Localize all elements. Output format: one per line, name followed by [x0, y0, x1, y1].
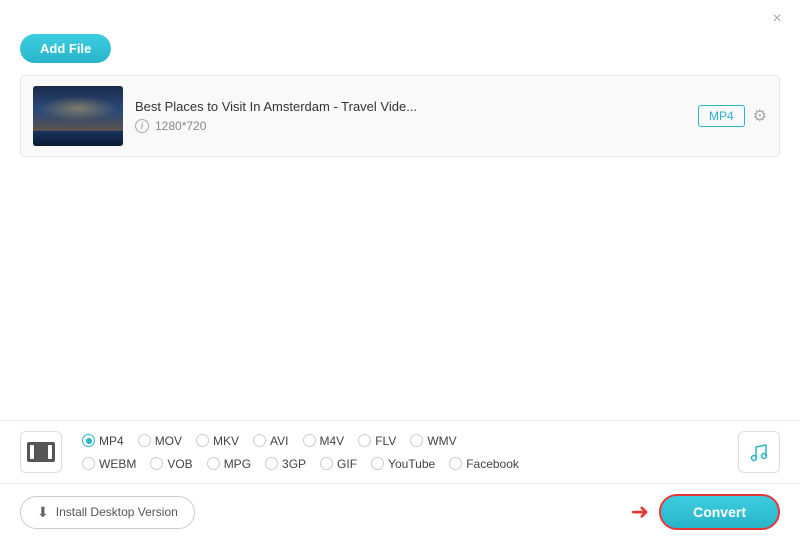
film-strip-icon: [27, 442, 55, 462]
format-label-flv: FLV: [375, 434, 396, 448]
format-label-gif: GIF: [337, 457, 357, 471]
format-option-mkv[interactable]: MKV: [192, 432, 243, 450]
install-desktop-button[interactable]: ⬇ Install Desktop Version: [20, 496, 195, 529]
settings-icon[interactable]: ⚙: [753, 106, 767, 126]
radio-mkv[interactable]: [196, 434, 209, 447]
radio-flv[interactable]: [358, 434, 371, 447]
radio-wmv[interactable]: [410, 434, 423, 447]
radio-mp4[interactable]: [82, 434, 95, 447]
content-area: [0, 157, 800, 357]
radio-3gp[interactable]: [265, 457, 278, 470]
format-label-webm: WEBM: [99, 457, 136, 471]
radio-facebook[interactable]: [449, 457, 462, 470]
format-option-gif[interactable]: GIF: [316, 455, 361, 473]
format-label-vob: VOB: [167, 457, 192, 471]
radio-gif[interactable]: [320, 457, 333, 470]
file-list: Best Places to Visit In Amsterdam - Trav…: [20, 75, 780, 157]
file-resolution: 1280*720: [155, 119, 206, 133]
format-option-youtube[interactable]: YouTube: [367, 455, 439, 473]
video-format-icon[interactable]: [20, 431, 62, 473]
format-label-m4v: M4V: [320, 434, 345, 448]
file-info: Best Places to Visit In Amsterdam - Trav…: [135, 99, 686, 133]
format-label-wmv: WMV: [427, 434, 456, 448]
format-row-1: MP4 MOV MKV AVI M4V: [78, 432, 728, 450]
format-option-avi[interactable]: AVI: [249, 432, 292, 450]
file-actions: MP4 ⚙: [698, 105, 767, 127]
format-option-vob[interactable]: VOB: [146, 455, 196, 473]
format-label-mp4: MP4: [99, 434, 124, 448]
action-bar: ⬇ Install Desktop Version ➜ Convert: [0, 484, 800, 540]
format-option-mov[interactable]: MOV: [134, 432, 186, 450]
file-title: Best Places to Visit In Amsterdam - Trav…: [135, 99, 686, 114]
add-file-button[interactable]: Add File: [20, 34, 111, 63]
close-button[interactable]: ×: [768, 10, 786, 28]
radio-youtube[interactable]: [371, 457, 384, 470]
file-thumbnail: [33, 86, 123, 146]
format-option-flv[interactable]: FLV: [354, 432, 400, 450]
file-meta: i 1280*720: [135, 119, 686, 133]
radio-mov[interactable]: [138, 434, 151, 447]
format-option-webm[interactable]: WEBM: [78, 455, 140, 473]
format-option-3gp[interactable]: 3GP: [261, 455, 310, 473]
radio-avi[interactable]: [253, 434, 266, 447]
format-option-mp4[interactable]: MP4: [78, 432, 128, 450]
format-label-3gp: 3GP: [282, 457, 306, 471]
arrow-icon: ➜: [631, 499, 649, 525]
radio-vob[interactable]: [150, 457, 163, 470]
format-option-m4v[interactable]: M4V: [299, 432, 349, 450]
format-option-wmv[interactable]: WMV: [406, 432, 460, 450]
format-selector: MP4 MOV MKV AVI M4V: [0, 421, 800, 484]
convert-section: ➜ Convert: [631, 494, 780, 530]
info-icon: i: [135, 119, 149, 133]
install-button-label: Install Desktop Version: [56, 505, 178, 519]
bottom-section: MP4 MOV MKV AVI M4V: [0, 420, 800, 540]
radio-webm[interactable]: [82, 457, 95, 470]
format-row-2: WEBM VOB MPG 3GP GIF: [78, 455, 728, 473]
format-badge[interactable]: MP4: [698, 105, 745, 127]
download-icon: ⬇: [37, 504, 49, 521]
convert-button[interactable]: Convert: [659, 494, 780, 530]
format-label-youtube: YouTube: [388, 457, 435, 471]
format-option-facebook[interactable]: Facebook: [445, 455, 523, 473]
format-options-container: MP4 MOV MKV AVI M4V: [78, 432, 728, 473]
audio-format-icon[interactable]: [738, 431, 780, 473]
format-label-mov: MOV: [155, 434, 182, 448]
radio-mpg[interactable]: [207, 457, 220, 470]
toolbar: Add File: [0, 34, 800, 75]
title-bar: ×: [0, 0, 800, 34]
format-label-facebook: Facebook: [466, 457, 519, 471]
format-label-avi: AVI: [270, 434, 288, 448]
music-note-icon: [748, 441, 770, 463]
format-option-mpg[interactable]: MPG: [203, 455, 255, 473]
format-label-mpg: MPG: [224, 457, 251, 471]
format-label-mkv: MKV: [213, 434, 239, 448]
radio-m4v[interactable]: [303, 434, 316, 447]
